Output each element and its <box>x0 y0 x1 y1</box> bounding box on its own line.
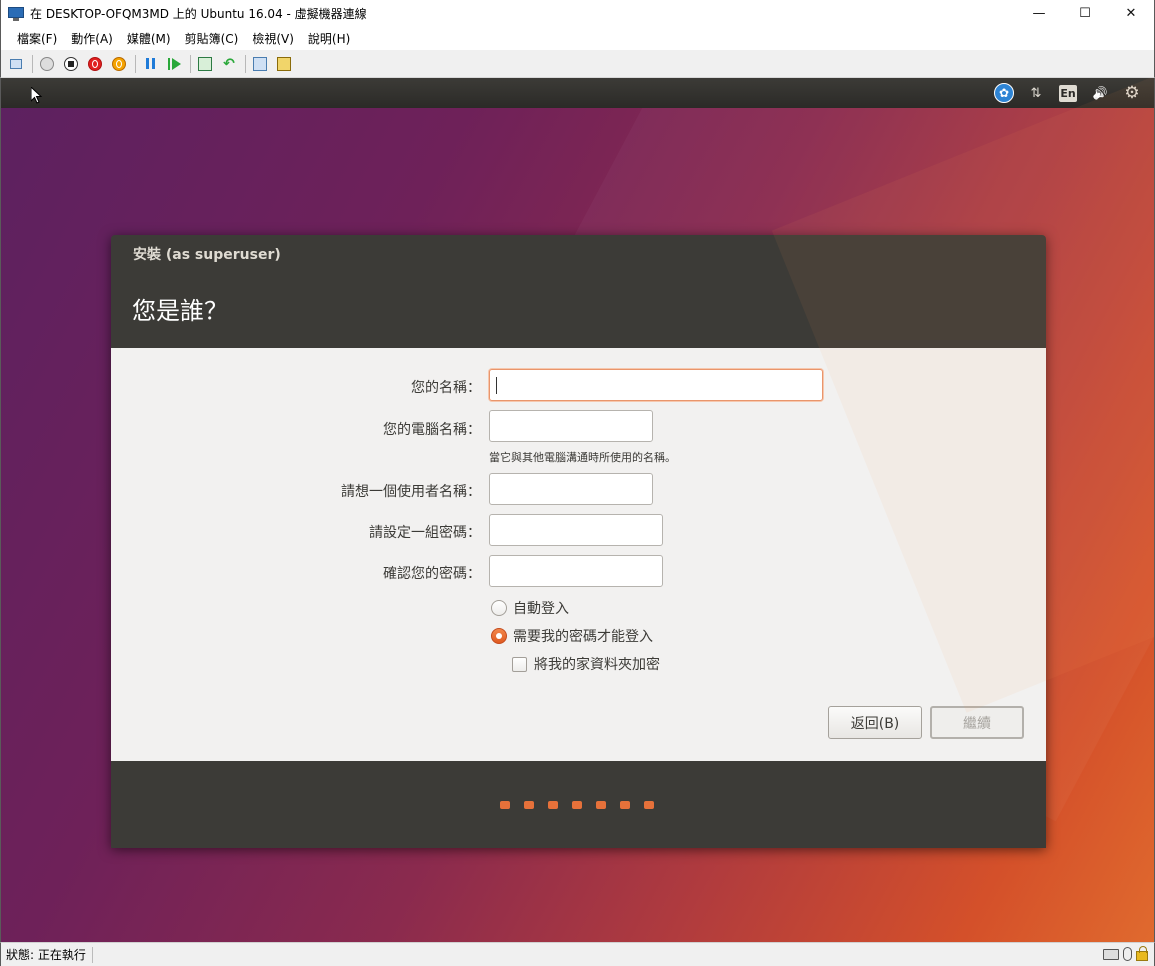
encrypt-home-label: 將我的家資料夾加密 <box>534 657 660 673</box>
installer-form: 您的名稱： 您的電腦名稱： 當它與其他電腦溝通時所使用的名稱。 請想一個使用者名… <box>111 348 1046 761</box>
turn-off-icon[interactable] <box>60 54 82 74</box>
sound-icon[interactable]: 🔊 <box>1084 81 1116 105</box>
revert-icon[interactable]: ↶ <box>218 54 240 74</box>
status-text: 狀態: 正在執行 <box>6 946 93 963</box>
menu-help[interactable]: 說明(H) <box>301 30 357 47</box>
toolbar-separator <box>135 54 136 73</box>
toolbar: ↶ <box>0 50 1155 78</box>
menu-media[interactable]: 媒體(M) <box>120 30 178 47</box>
auto-login-label: 自動登入 <box>513 601 569 617</box>
menu-action[interactable]: 動作(A) <box>64 30 120 47</box>
name-field[interactable] <box>489 369 823 401</box>
continue-button[interactable]: 繼續 <box>930 706 1024 739</box>
mouse-icon <box>1123 947 1132 961</box>
vm-connection-icon <box>8 6 24 22</box>
settings-icon[interactable]: ⚙ <box>1116 81 1148 105</box>
progress-dot <box>572 801 582 809</box>
confirm-password-field[interactable] <box>489 555 663 587</box>
auto-login-option[interactable]: 自動登入 <box>491 598 569 618</box>
statusbar: 狀態: 正在執行 <box>0 942 1155 966</box>
name-label: 您的名稱： <box>411 380 481 396</box>
installer-window: 安裝 (as superuser) 您是誰？ 您的名稱： 您的電腦名稱： 當它與… <box>111 235 1046 848</box>
checkpoint-icon[interactable] <box>194 54 216 74</box>
progress-dot <box>644 801 654 809</box>
back-button[interactable]: 返回(B) <box>828 706 922 739</box>
page-heading: 您是誰？ <box>132 297 228 325</box>
password-label: 請設定一組密碼： <box>369 525 481 541</box>
menu-view[interactable]: 檢視(V) <box>245 30 301 47</box>
status-icons <box>1103 946 1148 961</box>
computer-name-hint: 當它與其他電腦溝通時所使用的名稱。 <box>489 451 676 464</box>
require-password-option[interactable]: 需要我的密碼才能登入 <box>491 626 653 646</box>
menubar: 檔案(F) 動作(A) 媒體(M) 剪貼簿(C) 檢視(V) 說明(H) <box>0 27 1155 50</box>
lock-icon <box>1136 946 1148 961</box>
ctrl-alt-del-icon[interactable] <box>5 54 27 74</box>
progress-dot <box>500 801 510 809</box>
installer-footer <box>111 761 1046 848</box>
window-titlebar: 在 DESKTOP-OFQM3MD 上的 Ubuntu 16.04 - 虛擬機器… <box>0 0 1155 27</box>
pause-icon[interactable] <box>139 54 161 74</box>
toolbar-separator <box>32 54 33 73</box>
resume-icon[interactable] <box>163 54 185 74</box>
keyboard-layout-indicator[interactable]: En <box>1052 81 1084 105</box>
text-caret <box>496 377 497 394</box>
save-icon[interactable] <box>108 54 130 74</box>
progress-dot <box>548 801 558 809</box>
auto-login-radio[interactable] <box>491 600 507 616</box>
window-title: 在 DESKTOP-OFQM3MD 上的 Ubuntu 16.04 - 虛擬機器… <box>30 7 367 21</box>
start-icon[interactable] <box>36 54 58 74</box>
menu-clipboard[interactable]: 剪貼簿(C) <box>178 30 246 47</box>
close-button[interactable]: ✕ <box>1108 0 1154 27</box>
vm-screen[interactable]: ✿ ⇅ En 🔊 ⚙ 安裝 (as superuser) 您是誰？ 您的名稱： … <box>0 78 1155 942</box>
maximize-button[interactable]: ☐ <box>1062 0 1108 27</box>
ubuntu-top-panel: ✿ ⇅ En 🔊 ⚙ <box>1 78 1154 108</box>
require-password-radio[interactable] <box>491 628 507 644</box>
share-icon[interactable] <box>273 54 295 74</box>
progress-dot <box>596 801 606 809</box>
confirm-password-label: 確認您的密碼： <box>383 566 481 582</box>
encrypt-home-option[interactable]: 將我的家資料夾加密 <box>512 654 660 674</box>
window-controls: — ☐ ✕ <box>1016 0 1154 27</box>
enhanced-session-icon[interactable] <box>249 54 271 74</box>
accessibility-icon[interactable]: ✿ <box>988 81 1020 105</box>
username-label: 請想一個使用者名稱： <box>341 484 481 500</box>
installer-title: 安裝 (as superuser) <box>133 247 281 263</box>
minimize-button[interactable]: — <box>1016 0 1062 27</box>
keyboard-icon <box>1103 948 1119 960</box>
network-icon[interactable]: ⇅ <box>1020 81 1052 105</box>
computer-name-field[interactable] <box>489 410 653 442</box>
username-field[interactable] <box>489 473 653 505</box>
encrypt-home-checkbox[interactable] <box>512 656 527 672</box>
progress-dot <box>620 801 630 809</box>
progress-dots <box>500 801 654 809</box>
computer-name-label: 您的電腦名稱： <box>383 422 481 438</box>
require-password-label: 需要我的密碼才能登入 <box>513 629 653 645</box>
shutdown-icon[interactable] <box>84 54 106 74</box>
toolbar-separator <box>190 54 191 73</box>
menu-file[interactable]: 檔案(F) <box>10 30 64 47</box>
password-field[interactable] <box>489 514 663 546</box>
progress-dot <box>524 801 534 809</box>
installer-header: 安裝 (as superuser) 您是誰？ <box>111 235 1046 348</box>
toolbar-separator <box>245 54 246 73</box>
